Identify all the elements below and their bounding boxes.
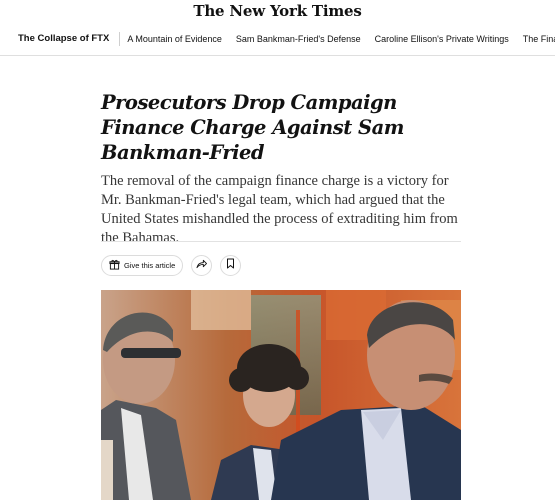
- section-nav-item-private-writings[interactable]: Caroline Ellison's Private Writings: [368, 32, 516, 46]
- masthead: The New York Times: [0, 0, 555, 22]
- section-nav-item-final-days[interactable]: The Final Days of FTX: [516, 32, 555, 46]
- gift-icon: [109, 259, 120, 272]
- gift-article-label: Give this article: [124, 260, 176, 270]
- bookmark-icon: [226, 256, 235, 274]
- article-summary: The removal of the campaign finance char…: [101, 173, 458, 246]
- article-headline: Prosecutors Drop Campaign Finance Charge…: [101, 91, 404, 164]
- gift-article-button[interactable]: Give this article: [101, 254, 184, 276]
- section-nav-item-defense[interactable]: Sam Bankman-Fried's Defense: [229, 32, 368, 46]
- article-header: Prosecutors Drop Campaign Finance Charge…: [101, 90, 461, 248]
- section-nav: The Collapse of FTX A Mountain of Eviden…: [0, 22, 555, 56]
- save-button[interactable]: [220, 254, 242, 276]
- share-arrow-icon: [196, 256, 208, 274]
- lead-photo: [101, 290, 461, 500]
- header-divider: [101, 241, 461, 242]
- share-tools: Give this article: [101, 254, 242, 276]
- share-button[interactable]: [191, 254, 213, 276]
- section-nav-item-mountain-of-evidence[interactable]: A Mountain of Evidence: [120, 32, 229, 46]
- section-nav-title[interactable]: The Collapse of FTX: [18, 31, 121, 46]
- nyt-logo[interactable]: The New York Times: [193, 1, 361, 21]
